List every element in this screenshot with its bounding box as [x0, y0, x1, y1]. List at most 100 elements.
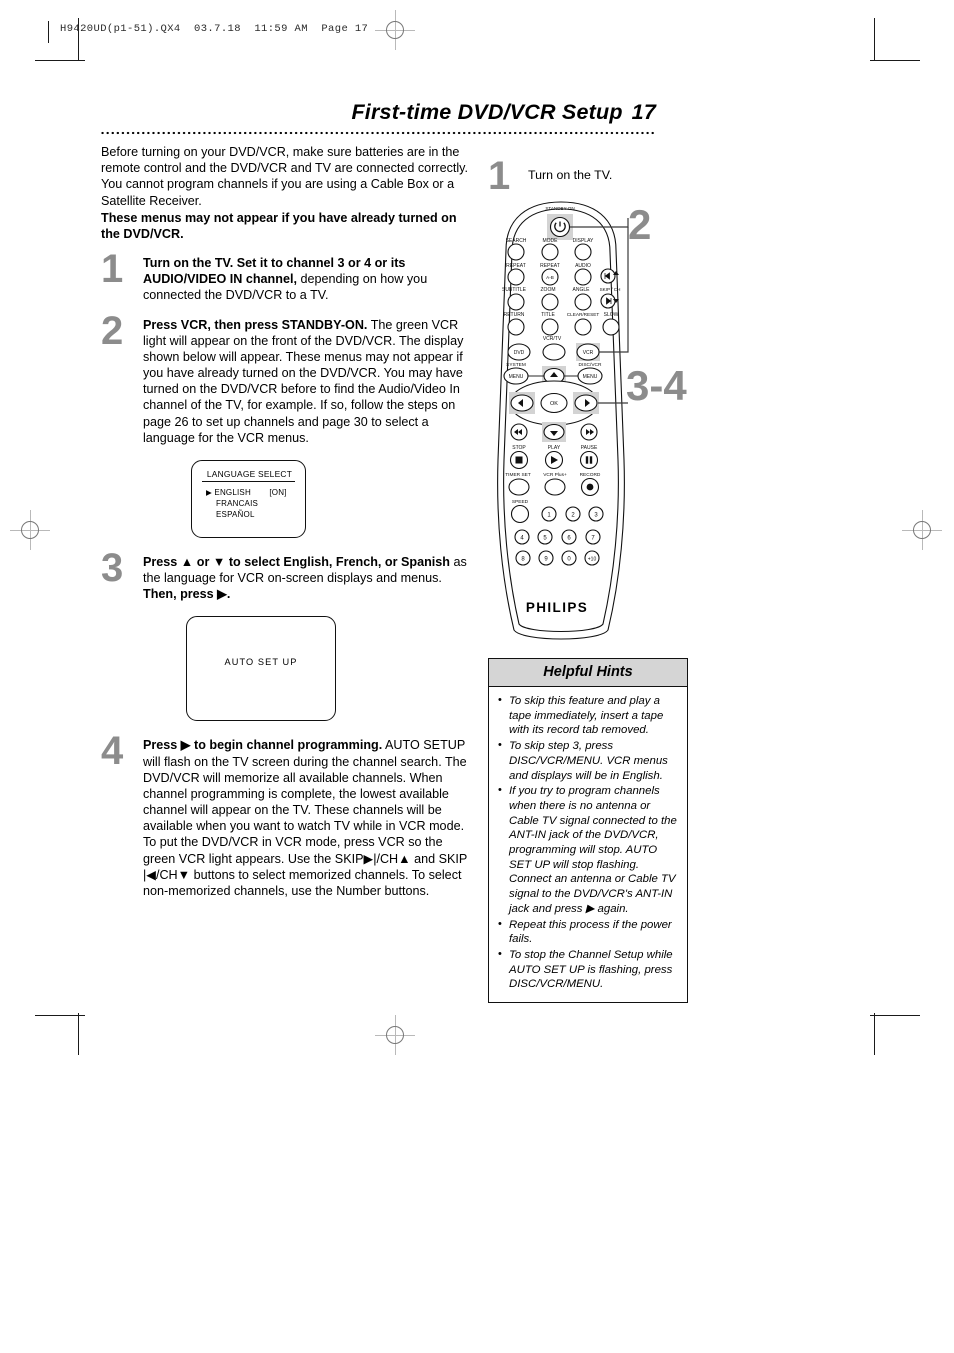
auto-setup-text: AUTO SET UP	[224, 657, 298, 668]
standby-on-button	[549, 216, 571, 238]
step-4: 4 Press ▶ to begin channel programming. …	[101, 731, 471, 899]
svg-text:CLEAR/RESET: CLEAR/RESET	[567, 312, 600, 317]
hint-item: To skip step 3, press DISC/VCR/MENU. VCR…	[498, 738, 678, 783]
language-option-list: ▶ ENGLISH [ON] FRANCAIS ESPAÑOL	[206, 487, 287, 520]
crop-mark-bottom-left-v	[78, 1013, 79, 1055]
step-1-body: Turn on the TV. Set it to channel 3 or 4…	[143, 255, 471, 304]
svg-text:DISC/VCR: DISC/VCR	[579, 362, 602, 368]
step-2: 2 Press VCR, then press STANDBY-ON. The …	[101, 311, 471, 538]
svg-text:VCR/TV: VCR/TV	[543, 336, 562, 342]
svg-text:REPEAT: REPEAT	[506, 263, 526, 269]
step-2-bold: Press VCR, then press STANDBY-ON.	[143, 317, 368, 332]
step-3-number: 3	[101, 545, 124, 590]
step-3: 3 Press ▲ or ▼ to select English, French…	[101, 548, 471, 722]
svg-text:SUBTITLE: SUBTITLE	[502, 287, 527, 293]
slug-line: H9420UD(p1-51).QX4 03.7.18 11:59 AM Page…	[60, 23, 369, 35]
language-option-espanol: ESPAÑOL	[216, 510, 255, 520]
step-1-number: 1	[101, 247, 124, 292]
step-2-number: 2	[101, 308, 124, 353]
svg-text:VCR: VCR	[583, 350, 594, 356]
svg-text:VCR Plus+: VCR Plus+	[543, 472, 567, 478]
svg-text:TITLE: TITLE	[541, 312, 555, 318]
step-2-rest2: These menus may not appear if you have a…	[143, 349, 463, 445]
step-3-body: Press ▲ or ▼ to select English, French, …	[143, 554, 471, 603]
svg-text:AUDIO: AUDIO	[575, 263, 591, 269]
svg-text:+10: +10	[588, 556, 597, 562]
hint-item: If you try to program channels when ther…	[498, 783, 678, 916]
intro-bold-note: These menus may not appear if you have a…	[101, 210, 457, 241]
language-option-francais: FRANCAIS	[216, 499, 259, 509]
remote-search-row	[510, 422, 598, 442]
page-number: 17	[631, 100, 656, 124]
svg-text:SLOW: SLOW	[604, 312, 619, 318]
remote-dpad: OK	[509, 380, 599, 426]
step-4-bold: Press ▶ to begin channel programming.	[143, 738, 383, 753]
language-select-divider	[202, 480, 295, 483]
crop-mark-top-right	[870, 60, 920, 61]
svg-text:RECORD: RECORD	[580, 472, 601, 478]
page-title-text: First-time DVD/VCR Setup	[351, 100, 623, 124]
language-select-screen: LANGUAGE SELECT ▶ ENGLISH [ON] FRANCAIS …	[191, 459, 306, 538]
svg-text:RETURN: RETURN	[504, 312, 525, 318]
crop-mark-bottom-right	[870, 1015, 920, 1016]
svg-text:TIMER SET: TIMER SET	[505, 472, 531, 478]
crop-mark-top-right-v	[874, 18, 875, 60]
crop-mark-top-left	[35, 60, 85, 61]
auto-setup-screen: AUTO SET UP	[186, 616, 336, 722]
stop-icon	[515, 456, 523, 464]
svg-text:PLAY: PLAY	[548, 445, 561, 451]
language-option-english-status: [ON]	[269, 487, 287, 497]
remote-transport-row: STOP PLAY PAUSE	[509, 445, 599, 470]
registration-mark-bottom	[375, 1015, 415, 1055]
svg-text:DVD: DVD	[514, 350, 525, 356]
helpful-hints-box: Helpful Hints To skip this feature and p…	[488, 658, 688, 1004]
language-select-title: LANGUAGE SELECT	[206, 468, 293, 479]
language-option-english-label: ENGLISH	[214, 487, 251, 497]
title-dotted-rule	[100, 131, 656, 135]
svg-text:PAUSE: PAUSE	[581, 445, 598, 451]
remote-row-1: SEARCH MODE DISPLAY	[506, 238, 594, 261]
remote-illustration-area: 1 Turn on the TV. 2 3-4 .rb { fill:#fff;…	[488, 156, 698, 650]
svg-text:MENU: MENU	[583, 374, 598, 380]
step-1: 1 Turn on the TV. Set it to channel 3 or…	[101, 249, 471, 304]
helpful-hints-list: To skip this feature and play a tape imm…	[489, 687, 687, 1002]
pause-button	[579, 450, 599, 470]
hint-item: Repeat this process if the power fails.	[498, 917, 678, 947]
svg-text:SEARCH: SEARCH	[506, 238, 527, 244]
svg-text:OK: OK	[550, 401, 558, 407]
step-2-body: Press VCR, then press STANDBY-ON. The gr…	[143, 317, 471, 446]
svg-text:A-B: A-B	[546, 275, 554, 280]
standby-on-label: STANDBY-ON	[545, 206, 574, 211]
intro-block: Before turning on your DVD/VCR, make sur…	[101, 144, 471, 242]
svg-text:MENU: MENU	[509, 374, 524, 380]
record-icon	[586, 483, 594, 491]
step-3-bold: Press ▲ or ▼ to select English, French, …	[143, 554, 450, 569]
registration-mark-top	[375, 10, 415, 50]
svg-text:SPEED: SPEED	[512, 499, 529, 505]
language-option-english: ▶ ENGLISH [ON]	[206, 487, 287, 498]
crop-mark-bottom-right-v	[874, 1013, 875, 1055]
step-3-bold2: Then, press ▶.	[143, 587, 231, 602]
left-column: Before turning on your DVD/VCR, make sur…	[101, 144, 471, 899]
step-4-rest2: These channels will be available when yo…	[143, 803, 468, 898]
philips-logo: PHILIPS	[525, 600, 589, 615]
hint-item: To skip this feature and play a tape imm…	[498, 693, 678, 738]
svg-text:DISPLAY: DISPLAY	[573, 238, 594, 244]
selection-arrow-icon: ▶	[206, 487, 212, 497]
svg-text:MODE: MODE	[543, 238, 559, 244]
svg-text:REPEAT: REPEAT	[540, 263, 560, 269]
remote-record-row: TIMER SET VCR Plus+ RECORD	[505, 472, 601, 497]
svg-text:STOP: STOP	[512, 445, 526, 451]
page-title: First-time DVD/VCR Setup 17	[100, 100, 656, 125]
svg-text:SYSTEM: SYSTEM	[506, 362, 526, 368]
svg-text:ZOOM: ZOOM	[541, 287, 556, 293]
svg-text:ANGLE: ANGLE	[573, 287, 591, 293]
helpful-hints-title: Helpful Hints	[489, 659, 687, 687]
svg-text:SKIP / CH: SKIP / CH	[600, 287, 621, 292]
registration-mark-right	[902, 510, 942, 550]
remote-control-svg: .rb { fill:#fff; stroke:#111; stroke-wid…	[497, 201, 629, 640]
hint-item: To stop the Channel Setup while AUTO SET…	[498, 947, 678, 992]
step-4-number: 4	[101, 729, 124, 774]
intro-paragraph: Before turning on your DVD/VCR, make sur…	[101, 145, 469, 208]
step-4-body: Press ▶ to begin channel programming. AU…	[143, 737, 471, 899]
